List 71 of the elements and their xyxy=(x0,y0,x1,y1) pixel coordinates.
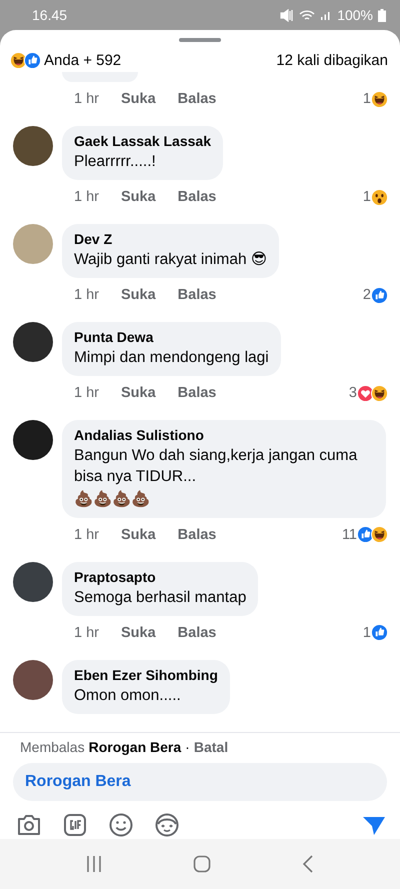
avatar[interactable] xyxy=(13,322,53,362)
comment-text: Plearrrrr.....! xyxy=(74,152,157,172)
separator-dot: · xyxy=(185,739,190,755)
replying-label: Membalas xyxy=(20,739,85,755)
like-link[interactable]: Suka xyxy=(121,189,156,206)
comment-emoji: 💩💩💩💩 xyxy=(74,490,151,510)
share-count[interactable]: 12 kali dibagikan xyxy=(276,52,388,68)
comment-author[interactable]: Gaek Lassak Lassak xyxy=(74,133,211,149)
back-icon[interactable] xyxy=(302,855,314,873)
recent-apps-icon[interactable] xyxy=(86,855,102,873)
cancel-link[interactable]: Batal xyxy=(194,739,228,755)
comment-text: Semoga berhasil mantap xyxy=(74,588,246,608)
reaction-count: 3 xyxy=(348,385,357,402)
comment-author[interactable]: Andalias Sulistiono xyxy=(74,427,374,444)
smiley-icon[interactable] xyxy=(109,813,133,837)
replying-to-name: Rorogan Bera xyxy=(88,739,182,755)
reply-link[interactable]: Balas xyxy=(178,91,216,107)
like-reaction-icon xyxy=(371,624,388,642)
comment-time: 1 hr xyxy=(74,91,99,107)
comment-input-field[interactable]: Rorogan Bera xyxy=(13,763,387,801)
reply-link[interactable]: Balas xyxy=(178,526,216,543)
home-icon[interactable] xyxy=(192,855,211,873)
comment-author[interactable]: Praptosapto xyxy=(74,568,246,585)
like-link[interactable]: Suka xyxy=(121,287,156,304)
avatar[interactable] xyxy=(13,562,53,602)
like-reaction-icon xyxy=(371,286,388,304)
like-link[interactable]: Suka xyxy=(121,624,156,641)
comment-text: Omon omon..... xyxy=(74,686,182,706)
camera-icon[interactable] xyxy=(17,814,41,836)
avatar[interactable] xyxy=(13,660,53,700)
like-link[interactable]: Suka xyxy=(121,526,156,543)
comment-time: 1 hr xyxy=(74,189,99,206)
reply-link[interactable]: Balas xyxy=(178,385,216,402)
like-link[interactable]: Suka xyxy=(121,385,156,402)
reaction-count: 1 xyxy=(362,189,371,206)
comment-time: 1 hr xyxy=(74,287,99,304)
reactors-summary[interactable]: Anda + 592 xyxy=(44,52,122,68)
reply-link[interactable]: Balas xyxy=(178,287,216,304)
mute-icon xyxy=(280,8,294,22)
gif-icon[interactable] xyxy=(63,813,87,837)
status-time: 16.45 xyxy=(32,7,68,23)
comment-text: Bangun Wo dah siang,kerja jangan cuma bisa nya TIDUR... xyxy=(74,446,358,487)
laughing-reaction-icon xyxy=(371,384,388,402)
avatar[interactable] xyxy=(13,420,53,460)
comment-time: 1 hr xyxy=(74,624,99,641)
reaction-count: 11 xyxy=(342,526,357,543)
avatar-sticker-icon[interactable] xyxy=(155,813,179,837)
avatar[interactable] xyxy=(13,126,53,166)
comment-text: Wajib ganti rakyat inimah 😎 xyxy=(74,250,268,270)
like-link[interactable]: Suka xyxy=(121,91,156,107)
battery-level: 100% xyxy=(337,7,373,23)
laughing-reaction-icon xyxy=(371,526,388,544)
laughing-reaction-icon xyxy=(371,90,388,108)
signal-icon xyxy=(320,9,332,21)
comment-text: Mimpi dan mendongeng lagi xyxy=(74,348,269,368)
reaction-count: 2 xyxy=(362,287,371,304)
battery-icon xyxy=(378,8,386,22)
reply-link[interactable]: Balas xyxy=(178,189,216,206)
reaction-count: 1 xyxy=(362,624,371,641)
comment-author[interactable]: Eben Ezer Sihombing xyxy=(74,666,218,683)
comment-author[interactable]: Punta Dewa xyxy=(74,329,269,346)
send-icon[interactable] xyxy=(362,814,386,836)
reaction-count: 1 xyxy=(362,91,371,107)
comment-time: 1 hr xyxy=(74,385,99,402)
like-reaction-icon xyxy=(24,52,41,68)
wifi-icon xyxy=(299,8,316,22)
comment-author[interactable]: Dev Z xyxy=(74,231,268,248)
drag-handle[interactable] xyxy=(179,38,221,42)
comment-time: 1 hr xyxy=(74,526,99,543)
surprised-reaction-icon xyxy=(371,188,388,206)
reply-link[interactable]: Balas xyxy=(178,624,216,641)
